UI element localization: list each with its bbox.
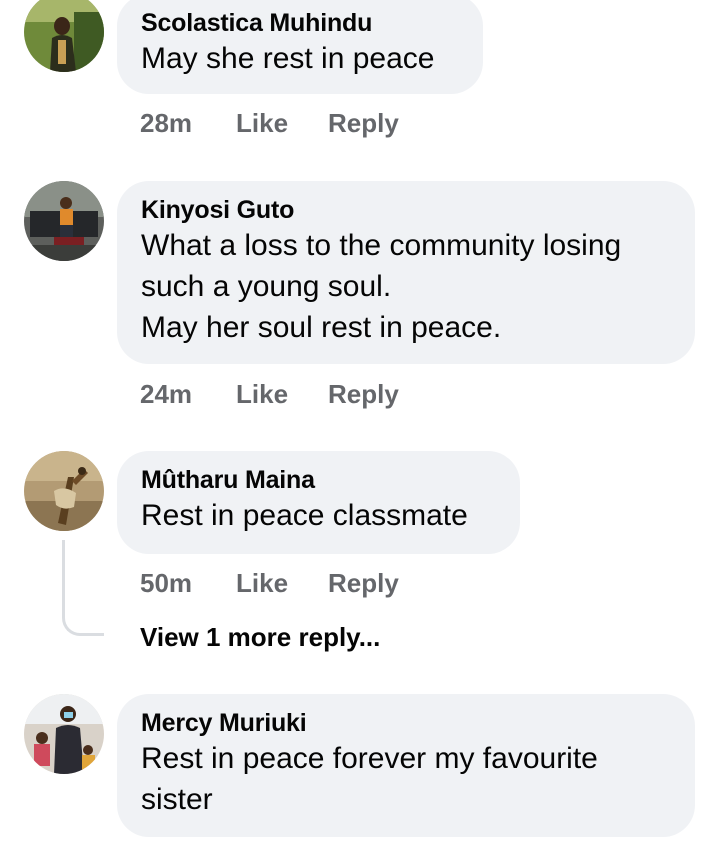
like-button[interactable]: Like <box>236 568 328 599</box>
reply-button[interactable]: Reply <box>328 379 399 410</box>
comment-actions: 28m Like Reply <box>140 106 399 140</box>
comment-timestamp[interactable]: 24m <box>140 379 236 410</box>
comment-timestamp[interactable]: 50m <box>140 568 236 599</box>
reply-button[interactable]: Reply <box>328 108 399 139</box>
like-button[interactable]: Like <box>236 379 328 410</box>
comment-author[interactable]: Mûtharu Maina <box>141 465 496 495</box>
reply-thread-connector <box>62 540 104 636</box>
avatar[interactable] <box>24 181 104 261</box>
comment-text: May she rest in peace <box>141 42 435 75</box>
comment-bubble: Mercy Muriuki Rest in peace forever my f… <box>117 694 695 837</box>
avatar-photo <box>24 0 104 72</box>
view-more-replies-link[interactable]: View 1 more reply... <box>140 622 380 653</box>
avatar-photo <box>24 181 104 261</box>
comment-text: Rest in peace forever my favourite siste… <box>141 742 598 816</box>
comment-actions: 24m Like Reply <box>140 377 399 411</box>
comment-author[interactable]: Mercy Muriuki <box>141 708 671 738</box>
comment-text: Rest in peace classmate <box>141 499 468 532</box>
reply-button[interactable]: Reply <box>328 568 399 599</box>
comment-actions: 50m Like Reply <box>140 566 399 600</box>
avatar[interactable] <box>24 694 104 774</box>
comment-timestamp[interactable]: 28m <box>140 108 236 139</box>
comment-bubble: Mûtharu Maina Rest in peace classmate <box>117 451 520 554</box>
comment-author[interactable]: Scolastica Muhindu <box>141 8 459 38</box>
comment-text: What a loss to the community losing such… <box>141 229 622 344</box>
comment-bubble: Scolastica Muhindu May she rest in peace <box>117 0 483 94</box>
avatar-photo <box>24 694 104 774</box>
avatar[interactable] <box>24 0 104 72</box>
avatar[interactable] <box>24 451 104 531</box>
comment-author[interactable]: Kinyosi Guto <box>141 195 671 225</box>
avatar-photo <box>24 451 104 531</box>
comment-bubble: Kinyosi Guto What a loss to the communit… <box>117 181 695 364</box>
like-button[interactable]: Like <box>236 108 328 139</box>
